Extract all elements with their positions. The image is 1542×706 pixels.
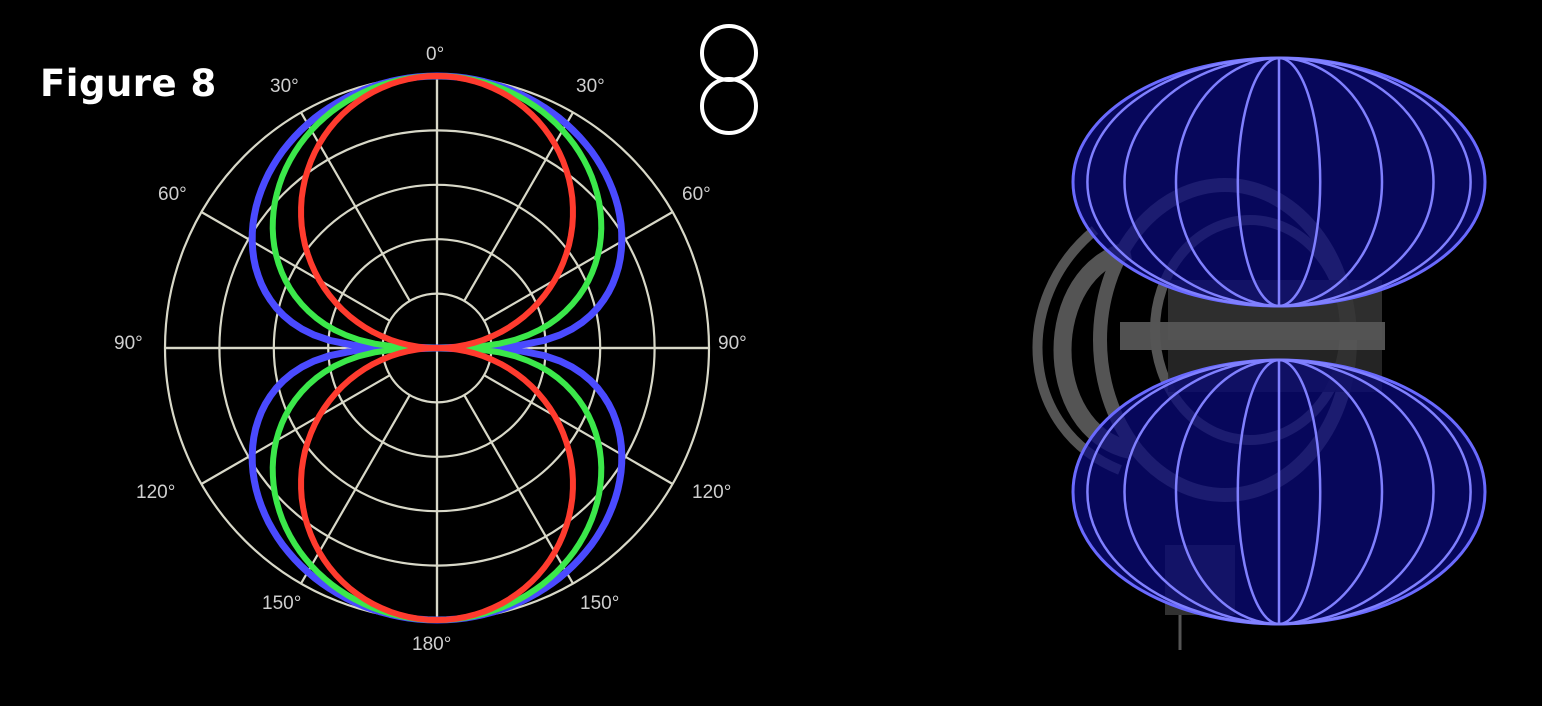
grid-spoke (483, 374, 674, 485)
polar-diagram: 0° 30° 30° 60° 60° 90° 90° 120° 120° 150… (114, 24, 1487, 655)
grid-spoke (200, 374, 391, 485)
label-60-left: 60° (158, 184, 187, 205)
label-0: 0° (426, 44, 444, 65)
label-60-right: 60° (682, 184, 711, 205)
label-150-left: 150° (262, 593, 301, 614)
microphone-with-figure-eight-mesh-icon (1032, 56, 1487, 650)
grid-spoke (483, 211, 674, 322)
label-120-right: 120° (692, 482, 731, 503)
label-30-left: 30° (270, 76, 299, 97)
label-150-right: 150° (580, 593, 619, 614)
label-90-right: 90° (718, 333, 747, 354)
figure-eight-icon (700, 24, 758, 135)
label-180: 180° (412, 634, 451, 655)
grid-spoke (200, 211, 391, 322)
label-30-right: 30° (576, 76, 605, 97)
label-120-left: 120° (136, 482, 175, 503)
label-90-left: 90° (114, 333, 143, 354)
